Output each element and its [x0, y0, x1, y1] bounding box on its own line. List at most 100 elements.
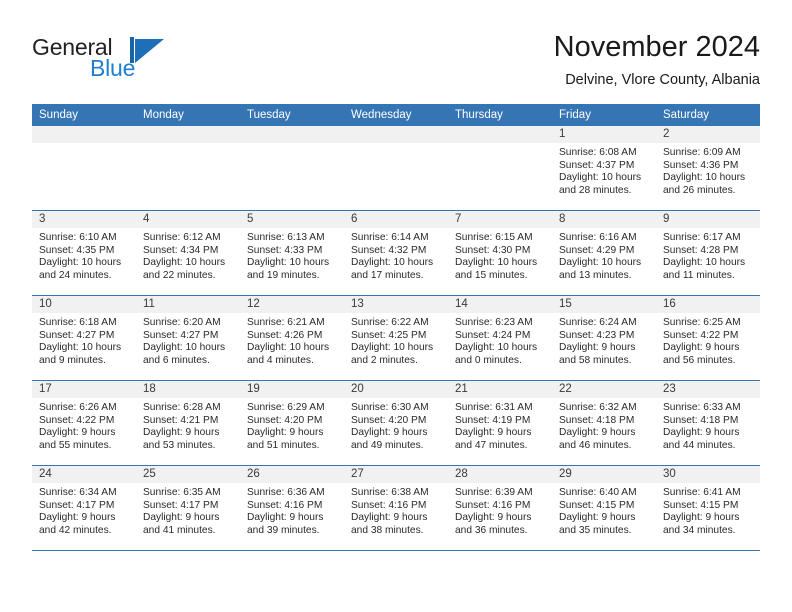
daylight-text-line2: and 13 minutes.: [559, 269, 632, 281]
day-cell-details: Sunrise: 6:26 AM Sunset: 4:22 PM Daylight:…: [32, 398, 136, 452]
day-cell-inner: 19 Sunrise: 6:29 AM Sunset: 4:20 PM Dayligh…: [240, 381, 344, 465]
daylight-text-line1: Daylight: 9 hours: [455, 512, 532, 524]
day-number: 29: [552, 466, 656, 483]
general-blue-logo[interactable]: General Blue: [32, 34, 242, 90]
calendar-day-cell[interactable]: 8 Sunrise: 6:16 AM Sunset: 4:29 PM Daylight…: [552, 210, 656, 296]
day-cell-details: Sunrise: 6:12 AM Sunset: 4:34 PM Daylight:…: [136, 228, 240, 282]
calendar-day-cell[interactable]: 12 Sunrise: 6:21 AM Sunset: 4:26 PM Dayligh…: [240, 295, 344, 381]
sunrise-text: Sunrise: 6:39 AM: [455, 487, 533, 498]
day-number: 20: [344, 381, 448, 398]
daylight-text-line1: Daylight: 9 hours: [39, 512, 116, 524]
calendar-day-cell[interactable]: 5 Sunrise: 6:13 AM Sunset: 4:33 PM Daylight…: [240, 210, 344, 296]
day-cell-inner: 20 Sunrise: 6:30 AM Sunset: 4:20 PM Dayligh…: [344, 381, 448, 465]
calendar-day-cell[interactable]: 13 Sunrise: 6:22 AM Sunset: 4:25 PM Dayligh…: [344, 295, 448, 381]
day-cell-details: Sunrise: 6:24 AM Sunset: 4:23 PM Daylight:…: [552, 313, 656, 367]
calendar-day-cell-empty: [32, 126, 136, 211]
day-cell-inner: 13 Sunrise: 6:22 AM Sunset: 4:25 PM Dayligh…: [344, 296, 448, 380]
day-number: 14: [448, 296, 552, 313]
daylight-text-line2: and 36 minutes.: [455, 524, 528, 536]
calendar-day-cell[interactable]: 17 Sunrise: 6:26 AM Sunset: 4:22 PM Dayligh…: [32, 380, 136, 466]
calendar-day-cell[interactable]: 9 Sunrise: 6:17 AM Sunset: 4:28 PM Daylight…: [656, 210, 760, 296]
calendar-day-cell[interactable]: 25 Sunrise: 6:35 AM Sunset: 4:17 PM Dayligh…: [136, 465, 240, 551]
calendar-day-cell[interactable]: 28 Sunrise: 6:39 AM Sunset: 4:16 PM Dayligh…: [448, 465, 552, 551]
day-cell-inner: 27 Sunrise: 6:38 AM Sunset: 4:16 PM Dayligh…: [344, 466, 448, 550]
day-number: [240, 126, 344, 143]
calendar-day-cell[interactable]: 16 Sunrise: 6:25 AM Sunset: 4:22 PM Dayligh…: [656, 295, 760, 381]
calendar-day-cell[interactable]: 27 Sunrise: 6:38 AM Sunset: 4:16 PM Dayligh…: [344, 465, 448, 551]
day-number: 21: [448, 381, 552, 398]
sunset-text: Sunset: 4:18 PM: [559, 414, 635, 426]
calendar-day-cell[interactable]: 22 Sunrise: 6:32 AM Sunset: 4:18 PM Dayligh…: [552, 380, 656, 466]
calendar-day-cell[interactable]: 23 Sunrise: 6:33 AM Sunset: 4:18 PM Dayligh…: [656, 380, 760, 466]
sunset-text: Sunset: 4:17 PM: [143, 499, 219, 511]
daylight-text-line2: and 56 minutes.: [663, 354, 736, 366]
day-number: 4: [136, 211, 240, 228]
calendar-day-cell[interactable]: 7 Sunrise: 6:15 AM Sunset: 4:30 PM Daylight…: [448, 210, 552, 296]
calendar-day-cell[interactable]: 29 Sunrise: 6:40 AM Sunset: 4:15 PM Dayligh…: [552, 465, 656, 551]
daylight-text-line2: and 44 minutes.: [663, 439, 736, 451]
weekday-header-monday: Monday: [136, 104, 240, 126]
calendar-day-cell[interactable]: 20 Sunrise: 6:30 AM Sunset: 4:20 PM Dayligh…: [344, 380, 448, 466]
day-number: 12: [240, 296, 344, 313]
sunset-text: Sunset: 4:17 PM: [39, 499, 115, 511]
calendar-day-cell[interactable]: 15 Sunrise: 6:24 AM Sunset: 4:23 PM Dayligh…: [552, 295, 656, 381]
sunset-text: Sunset: 4:27 PM: [143, 329, 219, 341]
sunset-text: Sunset: 4:37 PM: [559, 159, 635, 171]
daylight-text-line1: Daylight: 9 hours: [351, 427, 428, 439]
calendar-day-cell[interactable]: 3 Sunrise: 6:10 AM Sunset: 4:35 PM Daylight…: [32, 210, 136, 296]
daylight-text-line1: Daylight: 9 hours: [247, 427, 324, 439]
sunrise-text: Sunrise: 6:25 AM: [663, 317, 741, 328]
daylight-text-line1: Daylight: 10 hours: [455, 342, 538, 354]
sunset-text: Sunset: 4:16 PM: [247, 499, 323, 511]
day-cell-details: Sunrise: 6:32 AM Sunset: 4:18 PM Daylight:…: [552, 398, 656, 452]
sunset-text: Sunset: 4:36 PM: [663, 159, 739, 171]
day-cell-inner: 30 Sunrise: 6:41 AM Sunset: 4:15 PM Dayligh…: [656, 466, 760, 550]
day-number: 25: [136, 466, 240, 483]
daylight-text-line2: and 6 minutes.: [143, 354, 210, 366]
calendar-page: General Blue November 2024 Delvine, Vlor…: [0, 0, 792, 612]
daylight-text-line2: and 41 minutes.: [143, 524, 216, 536]
daylight-text-line1: Daylight: 10 hours: [143, 342, 226, 354]
calendar-day-cell[interactable]: 1 Sunrise: 6:08 AM Sunset: 4:37 PM Daylight…: [552, 126, 656, 211]
day-cell-details: Sunrise: 6:35 AM Sunset: 4:17 PM Daylight:…: [136, 483, 240, 537]
daylight-text-line1: Daylight: 10 hours: [143, 257, 226, 269]
calendar-day-cell[interactable]: 10 Sunrise: 6:18 AM Sunset: 4:27 PM Dayligh…: [32, 295, 136, 381]
day-cell-inner: [240, 126, 344, 210]
day-cell-details: Sunrise: 6:15 AM Sunset: 4:30 PM Daylight:…: [448, 228, 552, 282]
calendar-day-cell[interactable]: 19 Sunrise: 6:29 AM Sunset: 4:20 PM Dayligh…: [240, 380, 344, 466]
sunset-text: Sunset: 4:24 PM: [455, 329, 531, 341]
sunrise-text: Sunrise: 6:08 AM: [559, 147, 637, 158]
day-cell-inner: 22 Sunrise: 6:32 AM Sunset: 4:18 PM Dayligh…: [552, 381, 656, 465]
calendar-week-row: 24 Sunrise: 6:34 AM Sunset: 4:17 PM Dayligh…: [32, 465, 760, 551]
calendar-day-cell[interactable]: 4 Sunrise: 6:12 AM Sunset: 4:34 PM Daylight…: [136, 210, 240, 296]
calendar-day-cell[interactable]: 18 Sunrise: 6:28 AM Sunset: 4:21 PM Dayligh…: [136, 380, 240, 466]
calendar-day-cell[interactable]: 30 Sunrise: 6:41 AM Sunset: 4:15 PM Dayligh…: [656, 465, 760, 551]
day-number: 6: [344, 211, 448, 228]
day-number: [448, 126, 552, 143]
calendar-table: Sunday Monday Tuesday Wednesday Thursday…: [32, 104, 760, 551]
day-number: [32, 126, 136, 143]
calendar-day-cell[interactable]: 26 Sunrise: 6:36 AM Sunset: 4:16 PM Dayligh…: [240, 465, 344, 551]
calendar-day-cell-empty: [136, 126, 240, 211]
day-number: 28: [448, 466, 552, 483]
daylight-text-line1: Daylight: 10 hours: [455, 257, 538, 269]
calendar-day-cell[interactable]: 24 Sunrise: 6:34 AM Sunset: 4:17 PM Dayligh…: [32, 465, 136, 551]
sunset-text: Sunset: 4:18 PM: [663, 414, 739, 426]
sunrise-text: Sunrise: 6:26 AM: [39, 402, 117, 413]
daylight-text-line1: Daylight: 9 hours: [351, 512, 428, 524]
sunrise-text: Sunrise: 6:41 AM: [663, 487, 741, 498]
calendar-day-cell[interactable]: 6 Sunrise: 6:14 AM Sunset: 4:32 PM Daylight…: [344, 210, 448, 296]
sunset-text: Sunset: 4:20 PM: [247, 414, 323, 426]
day-cell-details: Sunrise: 6:33 AM Sunset: 4:18 PM Daylight:…: [656, 398, 760, 452]
calendar-day-cell-empty: [344, 126, 448, 211]
calendar-day-cell[interactable]: 14 Sunrise: 6:23 AM Sunset: 4:24 PM Dayligh…: [448, 295, 552, 381]
calendar-day-cell[interactable]: 11 Sunrise: 6:20 AM Sunset: 4:27 PM Dayligh…: [136, 295, 240, 381]
day-cell-inner: 18 Sunrise: 6:28 AM Sunset: 4:21 PM Dayligh…: [136, 381, 240, 465]
daylight-text-line1: Daylight: 10 hours: [559, 257, 642, 269]
day-number: 22: [552, 381, 656, 398]
sunset-text: Sunset: 4:25 PM: [351, 329, 427, 341]
calendar-day-cell[interactable]: 2 Sunrise: 6:09 AM Sunset: 4:36 PM Daylight…: [656, 126, 760, 211]
day-cell-details: Sunrise: 6:18 AM Sunset: 4:27 PM Daylight:…: [32, 313, 136, 367]
day-number: 7: [448, 211, 552, 228]
calendar-day-cell[interactable]: 21 Sunrise: 6:31 AM Sunset: 4:19 PM Dayligh…: [448, 380, 552, 466]
